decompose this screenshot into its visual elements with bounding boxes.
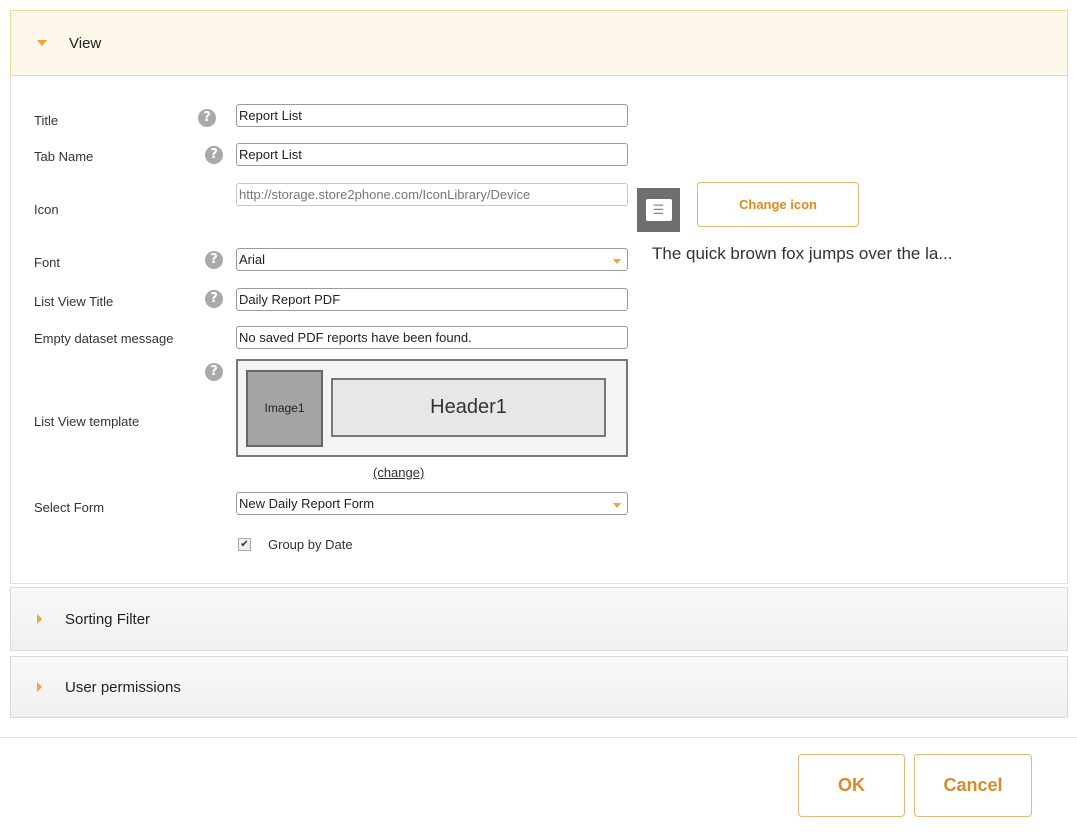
empty-message-label: Empty dataset message <box>34 331 174 346</box>
list-view-title-input[interactable]: Daily Report PDF <box>236 288 628 311</box>
icon-label: Icon <box>34 202 59 217</box>
group-by-date-label: Group by Date <box>268 537 353 552</box>
section-title-user-permissions: User permissions <box>65 678 181 696</box>
tab-name-label: Tab Name <box>34 149 94 164</box>
section-title-view: View <box>69 34 102 52</box>
icon-url-field: http://storage.store2phone.com/IconLibra… <box>236 183 628 206</box>
chevron-down-icon <box>613 259 621 264</box>
section-header-user-permissions[interactable]: User permissions <box>10 656 1068 718</box>
tab-name-input[interactable]: Report List <box>236 143 628 166</box>
help-icon[interactable]: ? <box>205 363 223 381</box>
change-icon-button[interactable]: Change icon <box>697 182 859 227</box>
help-icon[interactable]: ? <box>198 109 216 127</box>
checklist-icon: ☰ <box>645 199 672 221</box>
template-header-placeholder: Header1 <box>331 378 606 437</box>
list-view-title-label: List View Title <box>34 294 114 309</box>
help-icon[interactable]: ? <box>205 290 223 308</box>
chevron-down-icon <box>613 503 621 508</box>
title-label: Title <box>34 113 59 128</box>
chevron-right-icon <box>37 614 42 624</box>
help-icon[interactable]: ? <box>205 251 223 269</box>
chevron-right-icon <box>37 682 42 692</box>
section-title-sorting-filter: Sorting Filter <box>65 610 151 628</box>
icon-preview: ☰ <box>637 188 680 232</box>
font-preview-text: The quick brown fox jumps over the la... <box>652 244 953 263</box>
cancel-button[interactable]: Cancel <box>914 754 1032 817</box>
template-image-placeholder: Image1 <box>246 370 323 447</box>
footer-divider <box>0 737 1077 738</box>
font-select-value: Arial <box>239 252 266 267</box>
font-label: Font <box>34 255 61 270</box>
section-header-sorting-filter[interactable]: Sorting Filter <box>10 587 1068 651</box>
select-form-dropdown[interactable]: New Daily Report Form <box>236 492 628 515</box>
select-form-value: New Daily Report Form <box>239 496 375 511</box>
list-view-template-preview[interactable]: Image1 Header1 <box>236 359 628 457</box>
font-select[interactable]: Arial <box>236 248 628 271</box>
chevron-down-icon <box>37 40 47 46</box>
help-icon[interactable]: ? <box>205 146 223 164</box>
change-template-link[interactable]: (change) <box>373 465 424 480</box>
group-by-date-checkbox[interactable]: ✔ <box>238 538 251 551</box>
title-input[interactable]: Report List <box>236 104 628 127</box>
section-header-view[interactable]: View <box>10 10 1068 76</box>
view-section-body: Title ? Report List Tab Name ? Report Li… <box>10 76 1068 584</box>
ok-button[interactable]: OK <box>798 754 905 817</box>
list-view-template-label: List View template <box>34 414 140 429</box>
select-form-label: Select Form <box>34 500 105 515</box>
empty-message-input[interactable]: No saved PDF reports have been found. <box>236 326 628 349</box>
